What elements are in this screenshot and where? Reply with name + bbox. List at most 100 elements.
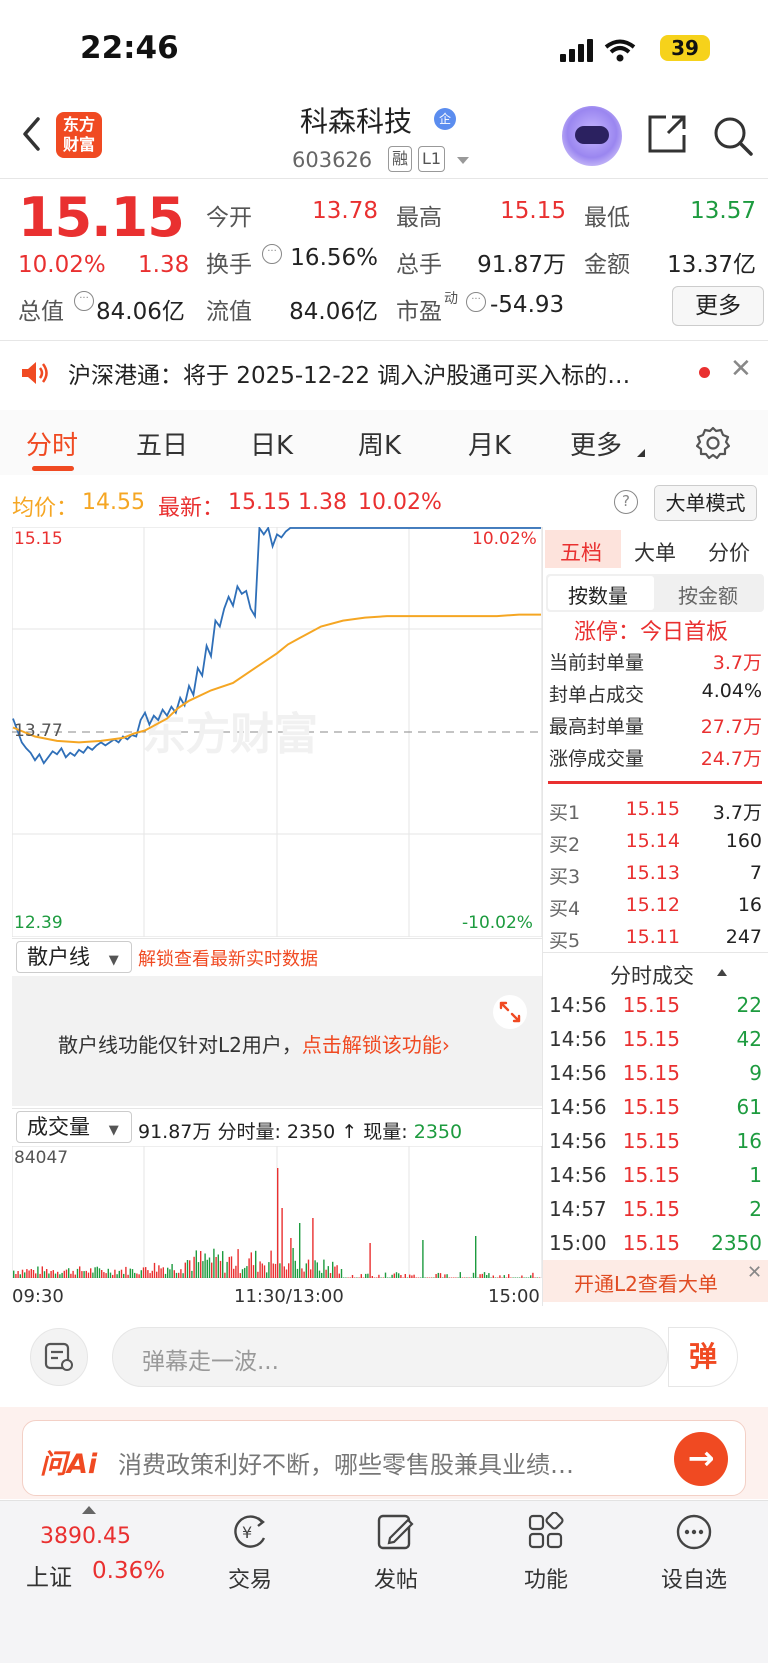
expand-up-icon[interactable] — [82, 1506, 96, 1514]
info-icon[interactable]: ··· — [466, 292, 486, 312]
danmaku-placeholder[interactable]: 弹幕走一波... — [142, 1342, 279, 1376]
volume-bar — [389, 1277, 391, 1278]
trade-volume: 61 — [736, 1095, 762, 1119]
volume-bar — [371, 1276, 373, 1278]
battery-indicator: 39 — [660, 35, 710, 61]
volume-bar — [43, 1271, 46, 1278]
gear-icon[interactable] — [696, 426, 730, 460]
volume-bar — [248, 1258, 250, 1278]
tab-order-book[interactable]: 五档 — [560, 537, 602, 567]
tab-five-day[interactable]: 五日 — [136, 425, 188, 462]
toggle-by-amount[interactable]: 按金额 — [678, 580, 738, 609]
volume-dropdown[interactable]: 成交量 ▼ — [16, 1111, 132, 1143]
big-order-mode-button[interactable]: 大单模式 — [654, 485, 757, 521]
volume-bar — [448, 1277, 450, 1278]
tab-big-orders[interactable]: 大单 — [634, 537, 676, 567]
help-icon[interactable]: ? — [614, 490, 638, 514]
ai-suggestion-text[interactable]: 消费政策利好不断，哪些零售股兼具业绩… — [118, 1445, 648, 1480]
back-arrow-icon[interactable] — [20, 116, 44, 152]
volume-chart[interactable] — [12, 1146, 542, 1278]
index-name[interactable]: 上证 — [26, 1558, 72, 1592]
bid-price[interactable]: 15.15 — [612, 798, 680, 820]
index-value[interactable]: 3890.45 — [40, 1524, 131, 1549]
tab-price-distribution[interactable]: 分价 — [708, 537, 750, 567]
nav-functions[interactable]: 功能 — [496, 1511, 596, 1594]
time-label-open: 09:30 — [12, 1286, 64, 1307]
bid-price[interactable]: 15.12 — [612, 894, 680, 916]
volume-bar — [125, 1266, 127, 1278]
tab-monthly-k[interactable]: 月K — [468, 425, 511, 462]
volume-bar — [503, 1275, 505, 1278]
nav-post[interactable]: 发帖 — [346, 1512, 446, 1594]
volume-bar — [138, 1274, 140, 1278]
turnover-label: 换手 — [206, 252, 252, 278]
nav-add-watchlist-label: 设自选 — [660, 1568, 727, 1593]
tab-weekly-k[interactable]: 周K — [358, 425, 401, 462]
notice-text[interactable]: 沪深港通：将于 2025-12-22 调入沪股通可买入标的… — [68, 356, 678, 390]
volume-bar — [94, 1267, 96, 1278]
tab-intraday[interactable]: 分时 — [26, 425, 78, 462]
volume-bar — [208, 1257, 211, 1278]
intraday-chart[interactable]: 东方财富 — [12, 527, 542, 937]
volume-bar — [28, 1270, 30, 1278]
volume-bar — [417, 1277, 420, 1278]
volume-bar — [351, 1275, 354, 1278]
tab-more[interactable]: 更多 — [570, 425, 622, 462]
volume-bar — [336, 1265, 338, 1278]
volume-bar — [534, 1277, 536, 1278]
bid-price[interactable]: 15.13 — [612, 862, 680, 884]
trade-volume: 1 — [749, 1163, 762, 1187]
volume-bar — [54, 1273, 57, 1278]
index-percent[interactable]: 0.36% — [92, 1558, 165, 1584]
volume-bar — [382, 1277, 384, 1278]
bid-price[interactable]: 15.11 — [612, 926, 680, 948]
expand-icon[interactable] — [492, 994, 528, 1030]
unlock-realtime-link[interactable]: 解锁查看最新实时数据 — [138, 945, 318, 971]
sort-up-icon[interactable] — [716, 968, 728, 977]
search-icon[interactable] — [712, 115, 754, 157]
volume-bar — [57, 1271, 59, 1278]
volume-bar — [266, 1272, 268, 1278]
high-label: 最高 — [396, 205, 442, 231]
volume-bar — [437, 1272, 439, 1278]
volume-bar — [200, 1251, 202, 1278]
volume-bar — [274, 1263, 277, 1278]
nav-trade[interactable]: ¥ 交易 — [200, 1512, 300, 1594]
trades-header[interactable]: 分时成交 — [610, 960, 694, 990]
more-button[interactable]: 更多 — [672, 286, 764, 326]
trade-volume: 42 — [736, 1027, 762, 1051]
volume-bar — [160, 1268, 162, 1278]
chevron-down-icon[interactable] — [456, 156, 470, 166]
volume-bar — [219, 1260, 222, 1278]
volume-bar — [129, 1268, 131, 1278]
volume-bar — [233, 1268, 235, 1278]
bid-label: 买5 — [549, 930, 581, 952]
volume-bar — [109, 1272, 112, 1278]
unlock-feature-link[interactable]: 点击解锁该功能 — [302, 1033, 442, 1057]
volume-bar — [343, 1277, 345, 1278]
indicator-dropdown[interactable]: 散户线 ▼ — [16, 941, 132, 973]
share-icon[interactable] — [646, 113, 688, 155]
volume-bar — [439, 1273, 442, 1278]
info-icon[interactable]: ··· — [74, 291, 94, 311]
nav-add-watchlist[interactable]: 设自选 — [644, 1512, 744, 1594]
danmaku-send-button[interactable]: 弹 — [668, 1327, 738, 1387]
tab-daily-k[interactable]: 日K — [250, 425, 293, 462]
volume-bar — [259, 1261, 261, 1278]
info-icon[interactable]: ··· — [262, 244, 282, 264]
volume-bar — [459, 1272, 461, 1278]
arrow-right-icon[interactable]: → — [674, 1432, 728, 1486]
trade-price: 15.15 — [622, 1129, 680, 1153]
close-icon[interactable]: ✕ — [747, 1262, 762, 1283]
l2-upgrade-text[interactable]: 开通L2查看大单 — [574, 1268, 718, 1297]
volume-bar — [261, 1263, 263, 1278]
toggle-by-quantity[interactable]: 按数量 — [568, 580, 628, 609]
volume-bar — [228, 1256, 230, 1278]
bid-price[interactable]: 15.14 — [612, 830, 680, 852]
volume-bar — [362, 1277, 365, 1278]
volume-bar — [288, 1263, 290, 1278]
close-icon[interactable]: ✕ — [730, 354, 752, 384]
volume-bar — [285, 1269, 288, 1278]
volume-bar — [415, 1277, 417, 1278]
volume-bar — [420, 1277, 422, 1278]
